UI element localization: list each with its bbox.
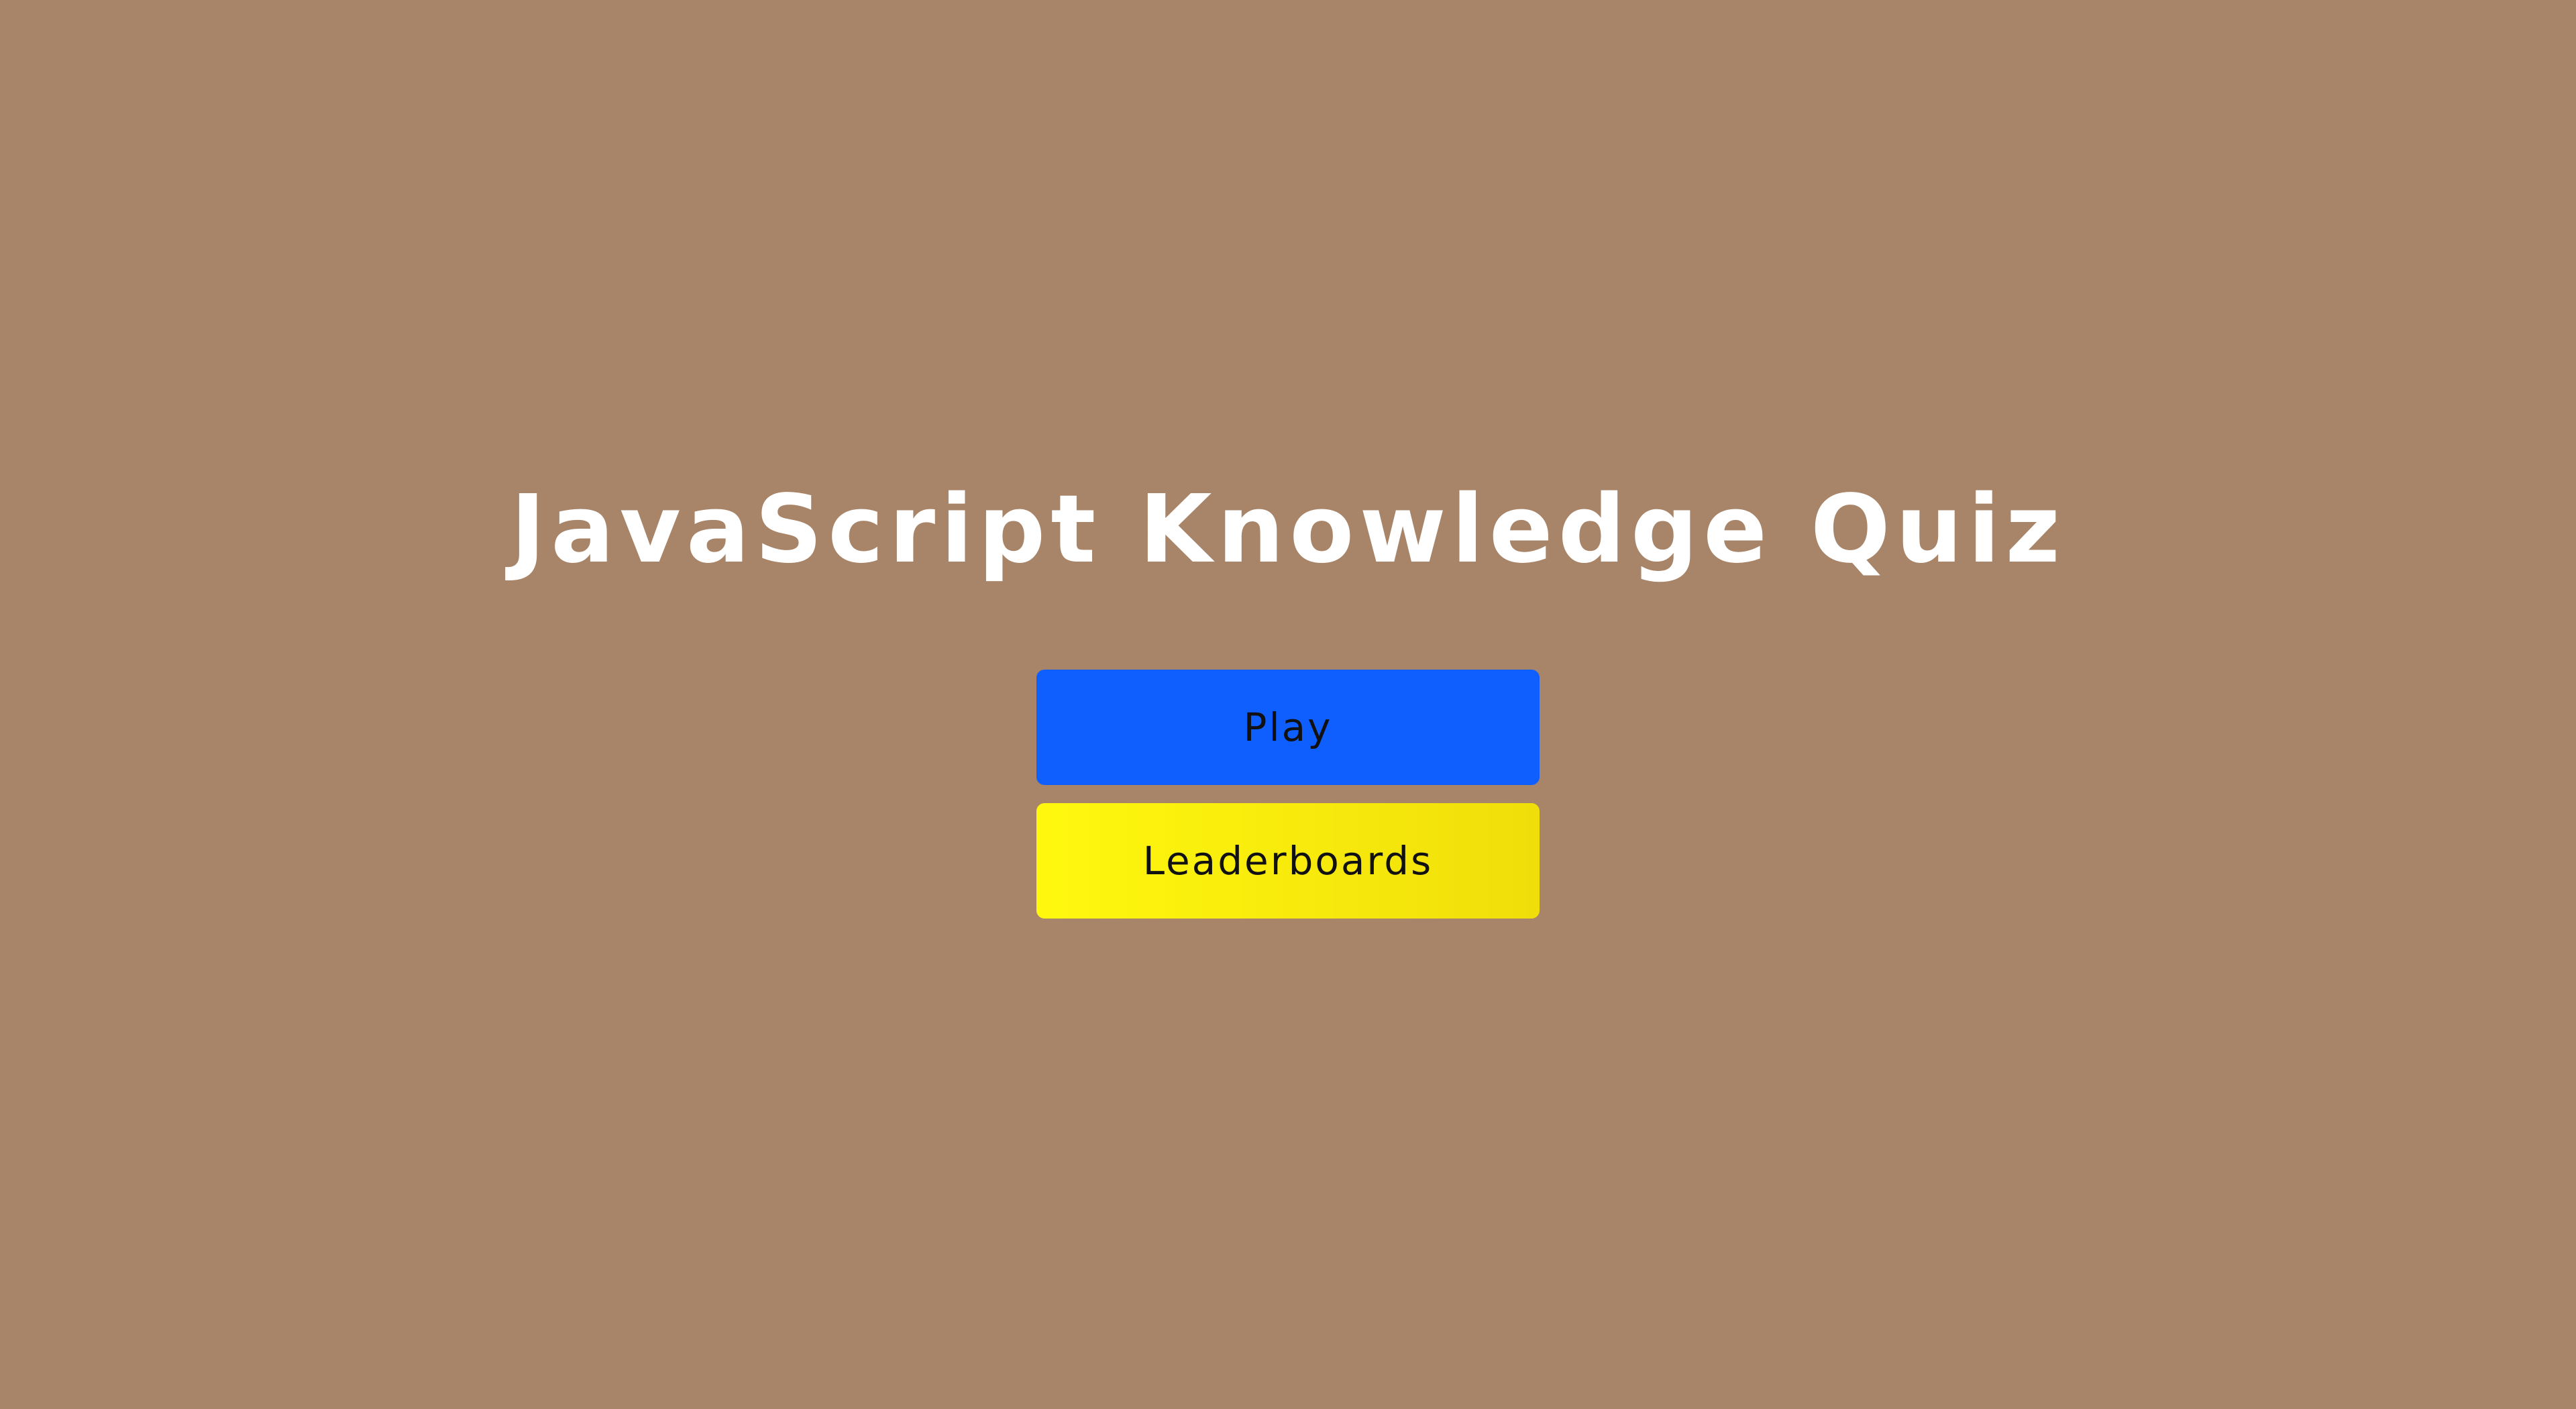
- play-button[interactable]: Play: [1036, 670, 1540, 785]
- page-title: JavaScript Knowledge Quiz: [511, 475, 2065, 584]
- quiz-home-screen: JavaScript Knowledge Quiz Play Leaderboa…: [0, 0, 2576, 1409]
- leaderboards-button[interactable]: Leaderboards: [1036, 803, 1540, 919]
